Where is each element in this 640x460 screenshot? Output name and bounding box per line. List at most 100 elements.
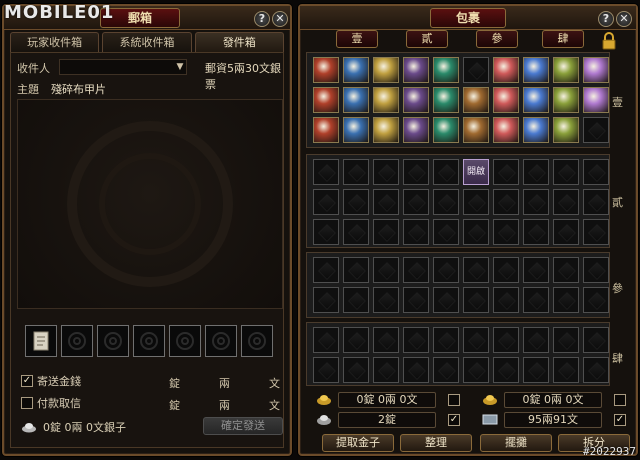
inventory-slot[interactable] (433, 189, 459, 215)
inventory-slot[interactable] (433, 159, 459, 185)
attachment-slot[interactable] (133, 325, 165, 357)
inventory-slot[interactable] (583, 189, 609, 215)
inventory-slot[interactable] (523, 219, 549, 245)
inventory-slot[interactable] (403, 219, 429, 245)
inventory-slot[interactable] (523, 117, 549, 143)
gold-checkbox-right[interactable] (614, 394, 626, 406)
inventory-slot[interactable] (373, 117, 399, 143)
inventory-slot[interactable] (403, 57, 429, 83)
inventory-slot[interactable] (313, 117, 339, 143)
attachment-slot[interactable] (169, 325, 201, 357)
page-tab-3[interactable]: 參 (476, 30, 518, 48)
inventory-slot[interactable] (373, 357, 399, 383)
silver-checkbox[interactable]: ✓ (448, 414, 460, 426)
inventory-slot[interactable] (433, 219, 459, 245)
inventory-slot[interactable] (553, 159, 579, 185)
stall-button[interactable]: 擺攤 (480, 434, 552, 452)
inventory-slot[interactable] (553, 257, 579, 283)
inventory-slot[interactable] (343, 287, 369, 313)
inventory-slot[interactable] (313, 257, 339, 283)
inventory-slot[interactable] (463, 57, 489, 83)
inventory-slot[interactable] (583, 159, 609, 185)
inventory-slot[interactable] (433, 357, 459, 383)
inventory-slot[interactable] (313, 287, 339, 313)
inventory-slot[interactable] (523, 357, 549, 383)
inventory-slot[interactable] (523, 87, 549, 113)
subject-input[interactable]: 殘碎布甲片 (51, 81, 106, 97)
inventory-slot[interactable] (493, 189, 519, 215)
inventory-slot[interactable] (583, 257, 609, 283)
inventory-slot[interactable] (403, 327, 429, 353)
inventory-slot[interactable] (403, 257, 429, 283)
page-tab-4[interactable]: 肆 (542, 30, 584, 48)
inventory-slot[interactable] (403, 189, 429, 215)
inventory-slot[interactable] (493, 357, 519, 383)
inventory-slot[interactable] (313, 189, 339, 215)
inventory-slot[interactable] (373, 327, 399, 353)
inventory-slot[interactable] (403, 87, 429, 113)
inventory-slot[interactable] (343, 357, 369, 383)
inventory-slot[interactable] (463, 257, 489, 283)
inventory-slot[interactable] (313, 57, 339, 83)
inventory-slot[interactable] (583, 87, 609, 113)
inventory-slot[interactable] (343, 87, 369, 113)
inventory-slot[interactable] (463, 327, 489, 353)
inventory-slot[interactable] (343, 57, 369, 83)
inventory-slot[interactable] (583, 357, 609, 383)
inventory-slot[interactable] (343, 189, 369, 215)
inventory-slot[interactable] (313, 159, 339, 185)
inventory-slot[interactable] (433, 287, 459, 313)
inventory-slot[interactable] (343, 159, 369, 185)
inventory-slot[interactable] (553, 327, 579, 353)
inventory-slot[interactable] (493, 159, 519, 185)
message-body-input[interactable] (17, 99, 283, 309)
inventory-slot[interactable] (313, 357, 339, 383)
send-money-checkbox[interactable]: ✓ (21, 375, 33, 387)
open-tag-slot[interactable]: 開啟 (463, 159, 489, 185)
inventory-slot[interactable] (343, 117, 369, 143)
inventory-slot[interactable] (373, 159, 399, 185)
inventory-slot[interactable] (403, 159, 429, 185)
inventory-slot[interactable] (463, 287, 489, 313)
attachment-slot[interactable] (241, 325, 273, 357)
inventory-slot[interactable] (343, 219, 369, 245)
sort-button[interactable]: 整理 (400, 434, 472, 452)
inventory-slot[interactable] (523, 287, 549, 313)
lock-icon[interactable] (601, 32, 617, 50)
inventory-slot[interactable] (403, 117, 429, 143)
tab-system-inbox[interactable]: 系統收件箱 (102, 32, 192, 52)
inventory-slot[interactable] (313, 219, 339, 245)
inventory-slot[interactable] (463, 219, 489, 245)
inventory-slot[interactable] (493, 327, 519, 353)
recipient-dropdown-icon[interactable]: ▼ (173, 59, 187, 75)
cod-checkbox[interactable] (21, 397, 33, 409)
inventory-slot[interactable] (313, 327, 339, 353)
attachment-slot[interactable] (61, 325, 93, 357)
inventory-slot[interactable] (583, 219, 609, 245)
inventory-slot[interactable] (553, 357, 579, 383)
inventory-slot[interactable] (463, 189, 489, 215)
gold-checkbox[interactable] (448, 394, 460, 406)
inventory-slot[interactable] (523, 257, 549, 283)
inventory-slot[interactable] (553, 87, 579, 113)
inventory-slot[interactable] (583, 287, 609, 313)
inventory-slot[interactable] (463, 357, 489, 383)
inventory-slot[interactable] (343, 257, 369, 283)
inventory-slot[interactable] (553, 57, 579, 83)
inventory-slot[interactable] (373, 189, 399, 215)
inventory-slot[interactable] (523, 327, 549, 353)
inventory-slot[interactable] (493, 87, 519, 113)
mail-close-button[interactable]: ✕ (272, 11, 288, 27)
inventory-slot[interactable] (493, 117, 519, 143)
inventory-slot[interactable] (433, 257, 459, 283)
inventory-slot[interactable] (433, 57, 459, 83)
recipient-input[interactable] (59, 59, 187, 75)
inventory-help-button[interactable]: ? (598, 11, 614, 27)
inventory-slot[interactable] (553, 189, 579, 215)
inventory-slot[interactable] (373, 87, 399, 113)
page-tab-2[interactable]: 貳 (406, 30, 448, 48)
attachment-slot[interactable] (25, 325, 57, 357)
attachment-slot[interactable] (205, 325, 237, 357)
silver-checkbox-right[interactable]: ✓ (614, 414, 626, 426)
inventory-slot[interactable] (313, 87, 339, 113)
